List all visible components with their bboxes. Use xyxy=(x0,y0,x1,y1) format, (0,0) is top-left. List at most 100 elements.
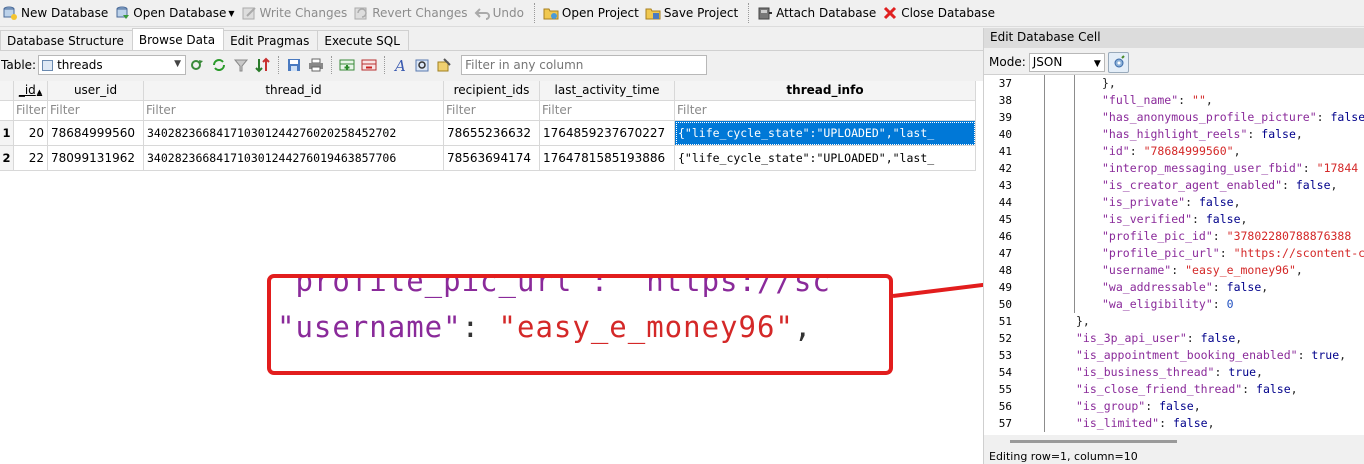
json-value: false xyxy=(1330,110,1364,124)
editor-line: 37}, xyxy=(984,75,1364,92)
line-number: 41 xyxy=(998,145,1012,158)
json-value: true xyxy=(1228,365,1257,379)
json-key: "interop_messaging_user_fbid" xyxy=(1102,161,1303,175)
json-key: "is_business_thread" xyxy=(1076,365,1215,379)
fold-guide xyxy=(1074,109,1075,126)
editor-line: 43 "is_creator_agent_enabled": false, xyxy=(984,177,1364,194)
fold-guide xyxy=(1044,194,1045,211)
json-value: false xyxy=(1261,127,1296,141)
line-number: 38 xyxy=(998,94,1012,107)
edit-cell-title: Edit Database Cell xyxy=(984,28,1364,48)
json-value: false xyxy=(1200,331,1236,345)
edit-cell-panel: Edit Database Cell Mode: JSON ▼ 37}, 38 "f… xyxy=(983,28,1364,464)
json-code: "is_close_friend_thread": false, xyxy=(1076,382,1298,396)
json-code: "is_verified": false, xyxy=(1102,212,1248,226)
editing-status: Editing row=1, column=10 xyxy=(989,450,1138,463)
editor-line: 42 "interop_messaging_user_fbid": "17844 xyxy=(984,160,1364,177)
json-value: 0 xyxy=(1226,297,1234,311)
editor-line: 56 "is_group": false, xyxy=(984,398,1364,415)
editor-line: 44 "is_private": false, xyxy=(984,194,1364,211)
fold-guide xyxy=(1074,262,1075,279)
auto-format-button[interactable] xyxy=(1107,51,1129,73)
fold-guide xyxy=(1044,398,1045,415)
json-code: "username": "easy_e_money96", xyxy=(1102,263,1303,277)
json-key: "is_private" xyxy=(1102,195,1186,209)
json-value: false xyxy=(1205,212,1241,226)
fold-guide xyxy=(1074,245,1075,262)
line-number: 52 xyxy=(998,332,1012,345)
editor-line: 47 "profile_pic_url": "https://scontent-c xyxy=(984,245,1364,262)
line-number: 39 xyxy=(998,111,1012,124)
fold-guide xyxy=(1044,330,1045,347)
line-number: 45 xyxy=(998,213,1012,226)
fold-guide xyxy=(1074,126,1075,143)
editor-line: 46 "profile_pic_id": "37802280788876388 xyxy=(984,228,1364,245)
fold-guide xyxy=(1044,347,1045,364)
json-key: "wa_addressable" xyxy=(1102,280,1213,294)
editor-line: 39 "has_anonymous_profile_picture": false xyxy=(984,109,1364,126)
fold-guide xyxy=(1074,75,1075,92)
json-key: "full_name" xyxy=(1102,93,1179,107)
editor-line: 45 "is_verified": false, xyxy=(984,211,1364,228)
fold-guide xyxy=(1044,262,1045,279)
fold-guide xyxy=(1074,143,1075,160)
editor-line: 53 "is_appointment_booking_enabled": true… xyxy=(984,347,1364,364)
json-value: false xyxy=(1172,416,1208,430)
line-number: 49 xyxy=(998,281,1012,294)
json-key: "is_verified" xyxy=(1102,212,1193,226)
fold-guide xyxy=(1044,126,1045,143)
json-value: "37802280788876388 xyxy=(1226,229,1352,243)
fold-guide xyxy=(1044,245,1045,262)
editor-line: 52 "is_3p_api_user": false, xyxy=(984,330,1364,347)
json-code: "is_3p_api_user": false, xyxy=(1076,331,1243,345)
scrollbar-thumb[interactable] xyxy=(1010,440,1177,443)
json-value: false xyxy=(1226,280,1262,294)
fold-guide xyxy=(1074,279,1075,296)
json-key: "is_3p_api_user" xyxy=(1076,331,1187,345)
chevron-down-icon: ▼ xyxy=(1093,58,1101,69)
json-key: "is_group" xyxy=(1076,399,1146,413)
editor-line: 50 "wa_eligibility": 0 xyxy=(984,296,1364,313)
line-number: 50 xyxy=(998,298,1012,311)
fold-guide xyxy=(1044,160,1045,177)
json-key: "has_anonymous_profile_picture" xyxy=(1102,110,1317,124)
json-key: "is_close_friend_thread" xyxy=(1076,382,1243,396)
editor-line: 49 "wa_addressable": false, xyxy=(984,279,1364,296)
json-code: "profile_pic_id": "37802280788876388 xyxy=(1102,229,1352,243)
line-number: 46 xyxy=(998,230,1012,243)
json-code: "has_anonymous_profile_picture": false xyxy=(1102,110,1364,124)
json-key: "id" xyxy=(1102,144,1130,158)
json-key: "is_creator_agent_enabled" xyxy=(1102,178,1283,192)
line-number: 43 xyxy=(998,179,1012,192)
json-code: "wa_addressable": false, xyxy=(1102,280,1269,294)
json-value: "easy_e_money96" xyxy=(1185,263,1296,277)
fold-guide xyxy=(1044,415,1045,432)
json-value: false xyxy=(1159,399,1194,413)
fold-guide xyxy=(1044,364,1045,381)
fold-guide xyxy=(1044,313,1045,330)
json-key: "profile_pic_id" xyxy=(1102,229,1213,243)
line-number: 42 xyxy=(998,162,1012,175)
json-code: "id": "78684999560", xyxy=(1102,144,1241,158)
fold-guide xyxy=(1074,228,1075,245)
mode-select-value: JSON xyxy=(1032,54,1063,69)
json-editor[interactable]: 37}, 38 "full_name": "", 39 "has_anonymous_p… xyxy=(984,74,1364,435)
editor-line: 41 "id": "78684999560", xyxy=(984,143,1364,160)
json-key: "wa_eligibility" xyxy=(1102,297,1213,311)
fold-guide xyxy=(1044,92,1045,109)
json-code: "is_appointment_booking_enabled": true, xyxy=(1076,348,1347,362)
json-value: "https://scontent-c xyxy=(1233,246,1364,260)
json-key: "username" xyxy=(1102,263,1172,277)
editor-line: 40 "has_highlight_reels": false, xyxy=(984,126,1364,143)
fold-guide xyxy=(1074,194,1075,211)
line-number: 40 xyxy=(998,128,1012,141)
line-number: 48 xyxy=(998,264,1012,277)
mode-select[interactable]: JSON ▼ xyxy=(1028,52,1105,72)
editor-line: 48 "username": "easy_e_money96", xyxy=(984,262,1364,279)
fold-guide xyxy=(1074,296,1075,313)
gear-icon xyxy=(1114,54,1125,67)
json-key: "has_highlight_reels" xyxy=(1102,127,1248,141)
fold-guide xyxy=(1044,75,1045,92)
fold-guide xyxy=(1044,381,1045,398)
horizontal-scrollbar[interactable] xyxy=(984,435,1364,447)
